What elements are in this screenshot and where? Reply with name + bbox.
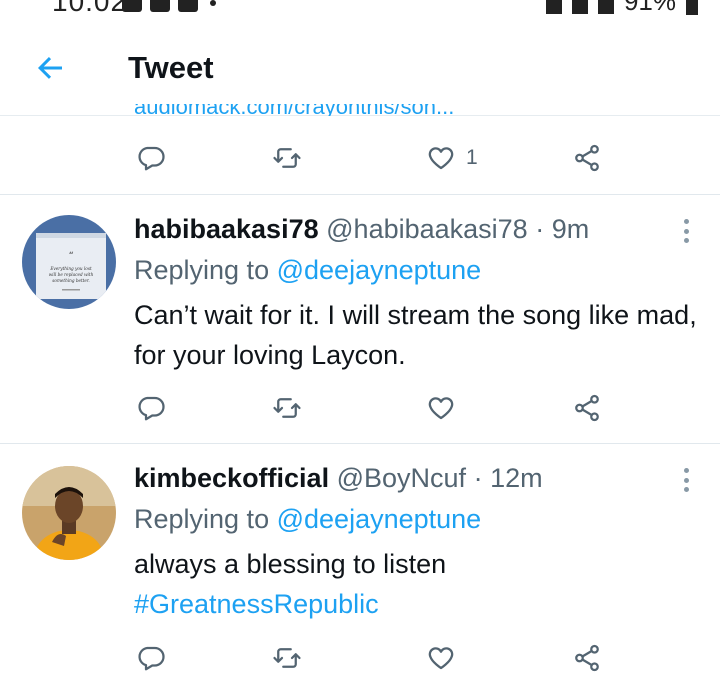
profile-photo [22, 466, 116, 560]
retweet-button[interactable] [272, 638, 302, 678]
share-button[interactable] [572, 388, 602, 428]
status-time: 10:02 [52, 0, 128, 17]
tweet-actions [0, 638, 720, 678]
alarm-icon [545, 0, 562, 14]
reply-tweet[interactable]: “ Everything you lost will be replaced w… [0, 195, 720, 443]
avatar[interactable] [22, 466, 116, 560]
reply-button[interactable] [136, 638, 166, 678]
retweet-button[interactable] [272, 138, 302, 178]
notification-icon [150, 0, 170, 12]
more-icon[interactable] [678, 216, 694, 246]
display-name[interactable]: habibaakasi78 [134, 214, 319, 244]
reply-tweet[interactable]: kimbeckofficial @BoyNcuf · 12m Replying … [0, 444, 720, 678]
reply-icon [138, 646, 165, 671]
mention-link[interactable]: @deejayneptune [277, 255, 482, 285]
retweet-icon [273, 648, 301, 668]
mute-icon [571, 0, 588, 14]
arrow-left-icon[interactable] [32, 50, 68, 86]
reply-button[interactable] [136, 388, 166, 428]
avatar[interactable]: “ Everything you lost will be replaced w… [22, 215, 116, 309]
share-button[interactable] [572, 138, 602, 178]
notification-icon [122, 0, 142, 12]
like-button[interactable]: 1 [426, 138, 478, 178]
tweet-header: habibaakasi78 @habibaakasi78 · 9m [134, 214, 589, 245]
replying-to-label: Replying to [134, 504, 270, 534]
like-icon [428, 647, 454, 670]
share-icon [575, 144, 599, 172]
reply-icon [138, 146, 165, 171]
svg-text:“: “ [68, 251, 73, 262]
like-icon [428, 397, 454, 420]
svg-text:Everything you lost: Everything you lost [49, 266, 92, 271]
retweet-icon [273, 148, 301, 168]
reply-icon [138, 396, 165, 421]
reply-button[interactable] [136, 138, 166, 178]
separator: · [473, 463, 483, 493]
like-icon [428, 147, 454, 170]
top-app-bar: Tweet [0, 18, 720, 116]
tweet-text-line: always a blessing to listen [134, 549, 447, 579]
replying-to: Replying to @deejayneptune [134, 255, 481, 286]
replying-to-label: Replying to [134, 255, 270, 285]
svg-text:will be replaced with: will be replaced with [49, 272, 94, 277]
replying-to: Replying to @deejayneptune [134, 504, 481, 535]
notification-icon [178, 0, 198, 12]
hashtag-link[interactable]: #GreatnessRepublic [134, 584, 704, 624]
retweet-button[interactable] [272, 388, 302, 428]
retweet-icon [273, 398, 301, 418]
system-icons: 91% [545, 0, 698, 17]
svg-text:something better.: something better. [52, 278, 90, 283]
user-handle[interactable]: @BoyNcuf [337, 463, 466, 493]
share-button[interactable] [572, 638, 602, 678]
tweet-actions: 1 [0, 138, 720, 178]
notification-dot-icon [210, 0, 216, 6]
like-button[interactable] [426, 388, 456, 428]
like-count: 1 [466, 146, 478, 169]
share-icon [575, 644, 599, 672]
notification-icons [122, 0, 216, 12]
separator: · [535, 214, 545, 244]
like-button[interactable] [426, 638, 456, 678]
tweet-header: kimbeckofficial @BoyNcuf · 12m [134, 463, 543, 494]
quote-book-avatar: “ Everything you lost will be replaced w… [22, 215, 116, 309]
tweet-actions [0, 388, 720, 428]
tweet-text: always a blessing to listen #GreatnessRe… [134, 544, 704, 624]
timestamp[interactable]: 12m [490, 463, 543, 493]
battery-text: 91% [623, 0, 676, 16]
status-bar: 10:02 91% [0, 0, 720, 18]
battery-icon [686, 0, 698, 15]
share-icon [575, 394, 599, 422]
user-handle[interactable]: @habibaakasi78 [326, 214, 528, 244]
signal-icon [597, 0, 614, 14]
page-title: Tweet [128, 50, 214, 85]
tweet-text: Can’t wait for it. I will stream the son… [134, 300, 697, 370]
timestamp[interactable]: 9m [552, 214, 590, 244]
mention-link[interactable]: @deejayneptune [277, 504, 482, 534]
more-icon[interactable] [678, 465, 694, 495]
display-name[interactable]: kimbeckofficial [134, 463, 329, 493]
previous-tweet-text[interactable]: audiomack.com/crayonthis/son... [134, 104, 454, 116]
